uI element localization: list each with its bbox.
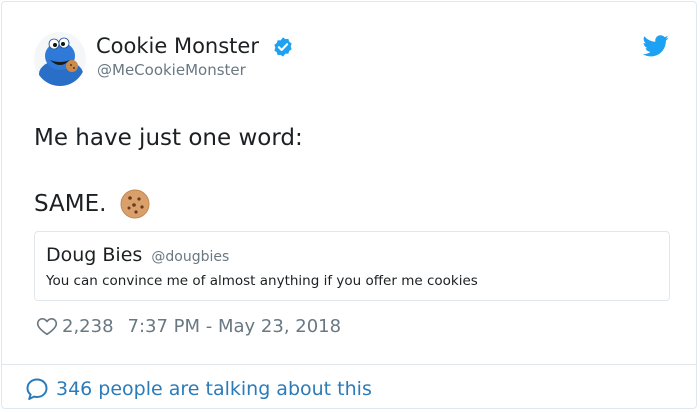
tweet-timestamp[interactable]: 7:37 PM - May 23, 2018 [128,316,342,337]
cookie-monster-avatar-icon [34,32,86,86]
like-count[interactable]: 2,238 [62,316,114,337]
embedded-tweet-card: Cookie Monster @MeCookieMonster Me have … [1,1,697,409]
conversation-link[interactable]: 346 people are talking about this [24,374,372,404]
speech-bubble-icon [26,378,48,400]
footer-divider [2,364,696,365]
author-name[interactable]: Cookie Monster [96,32,259,60]
conversation-label[interactable]: 346 people are talking about this [56,378,372,400]
heart-icon[interactable] [36,315,58,337]
cookie-emoji-icon [120,189,150,219]
quoted-author-name: Doug Bies [46,244,143,266]
tweet-text-line-1: Me have just one word: [34,125,303,151]
author-handle[interactable]: @MeCookieMonster [97,60,246,80]
tweet-text-line-2: SAME. [34,191,107,217]
quoted-author-handle: @dougbies [151,249,230,265]
quoted-tweet-text: You can convince me of almost anything i… [46,273,478,289]
author-avatar[interactable] [34,32,86,86]
quoted-tweet-header: Doug Bies @dougbies [46,242,229,270]
verified-badge-icon [274,37,292,57]
tweet-meta-row: 2,238 7:37 PM - May 23, 2018 [36,313,341,339]
twitter-bird-icon[interactable] [643,35,669,57]
quoted-tweet[interactable]: Doug Bies @dougbies You can convince me … [34,231,670,301]
